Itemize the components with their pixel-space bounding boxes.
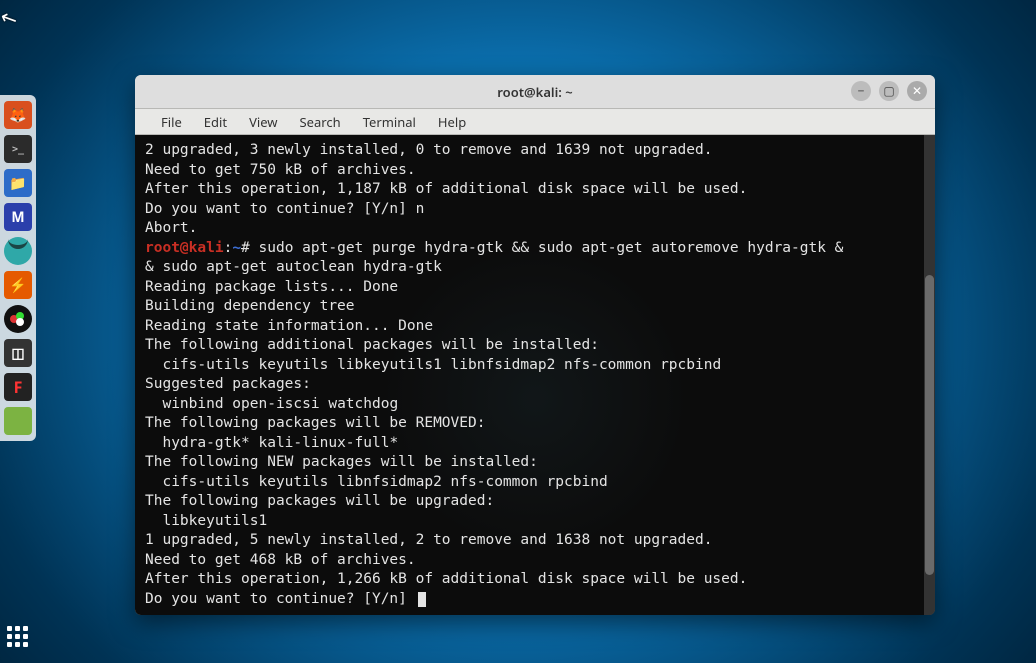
armitage-icon[interactable] bbox=[4, 237, 32, 265]
term-line: 2 upgraded, 3 newly installed, 0 to remo… bbox=[145, 142, 712, 158]
cursor-arrow: ↖ bbox=[0, 2, 22, 34]
prompt-user: root@kali bbox=[145, 240, 224, 256]
term-line: winbind open-iscsi watchdog bbox=[145, 396, 398, 412]
scroll-thumb[interactable] bbox=[925, 275, 934, 575]
term-line: Need to get 750 kB of archives. bbox=[145, 162, 416, 178]
titlebar[interactable]: root@kali: ~ − ▢ ✕ bbox=[135, 75, 935, 109]
term-line: cifs-utils keyutils libkeyutils1 libnfsi… bbox=[145, 357, 721, 373]
menu-terminal[interactable]: Terminal bbox=[353, 111, 426, 133]
maximize-button[interactable]: ▢ bbox=[879, 81, 899, 101]
term-line: The following packages will be upgraded: bbox=[145, 493, 494, 509]
term-line: Suggested packages: bbox=[145, 376, 311, 392]
terminal-body: 2 upgraded, 3 newly installed, 0 to remo… bbox=[135, 135, 935, 615]
term-line: cifs-utils keyutils libnfsidmap2 nfs-com… bbox=[145, 474, 608, 490]
window-controls: − ▢ ✕ bbox=[851, 81, 927, 101]
menu-edit[interactable]: Edit bbox=[194, 111, 237, 133]
files-icon[interactable]: 📁 bbox=[4, 169, 32, 197]
term-line: After this operation, 1,266 kB of additi… bbox=[145, 571, 747, 587]
term-line: The following NEW packages will be insta… bbox=[145, 454, 538, 470]
close-button[interactable]: ✕ bbox=[907, 81, 927, 101]
dock: 🦊 >_ 📁 M ⚡ ◫ F bbox=[0, 95, 36, 441]
fscript-icon[interactable]: F bbox=[4, 373, 32, 401]
term-line: Do you want to continue? [Y/n] n bbox=[145, 201, 424, 217]
term-line: Reading package lists... Done bbox=[145, 279, 398, 295]
term-line: The following additional packages will b… bbox=[145, 337, 599, 353]
menu-search[interactable]: Search bbox=[290, 111, 351, 133]
menu-view[interactable]: View bbox=[239, 111, 287, 133]
notes-icon[interactable] bbox=[4, 407, 32, 435]
minimize-button[interactable]: − bbox=[851, 81, 871, 101]
cursor-icon bbox=[418, 592, 426, 607]
term-cmd: sudo apt-get purge hydra-gtk && sudo apt… bbox=[259, 240, 844, 256]
menu-file[interactable]: File bbox=[151, 111, 192, 133]
term-line: Reading state information... Done bbox=[145, 318, 433, 334]
metasploit-icon[interactable]: M bbox=[4, 203, 32, 231]
zap-icon[interactable]: ⚡ bbox=[4, 271, 32, 299]
term-line: The following packages will be REMOVED: bbox=[145, 415, 485, 431]
term-line: 1 upgraded, 5 newly installed, 2 to remo… bbox=[145, 532, 712, 548]
prompt-hash: # bbox=[241, 240, 258, 256]
term-line: libkeyutils1 bbox=[145, 513, 267, 529]
terminal-output[interactable]: 2 upgraded, 3 newly installed, 0 to remo… bbox=[135, 135, 935, 615]
term-line: hydra-gtk* kali-linux-full* bbox=[145, 435, 398, 451]
term-line: Need to get 468 kB of archives. bbox=[145, 552, 416, 568]
terminal-window: root@kali: ~ − ▢ ✕ File Edit View Search… bbox=[135, 75, 935, 615]
menu-help[interactable]: Help bbox=[428, 111, 476, 133]
term-line: Building dependency tree bbox=[145, 298, 355, 314]
term-line: Abort. bbox=[145, 220, 197, 236]
menubar: File Edit View Search Terminal Help bbox=[135, 109, 935, 135]
obs-icon[interactable] bbox=[4, 305, 32, 333]
show-apps-icon[interactable] bbox=[7, 626, 28, 647]
term-line: Do you want to continue? [Y/n] bbox=[145, 591, 416, 607]
scrollbar[interactable] bbox=[924, 135, 935, 615]
window-title: root@kali: ~ bbox=[497, 83, 572, 101]
prompt-path: ~ bbox=[232, 240, 241, 256]
term-line: After this operation, 1,187 kB of additi… bbox=[145, 181, 747, 197]
term-cmd: & sudo apt-get autoclean hydra-gtk bbox=[145, 259, 442, 275]
pattern-icon[interactable]: ◫ bbox=[4, 339, 32, 367]
terminal-icon[interactable]: >_ bbox=[4, 135, 32, 163]
prompt-sep: : bbox=[224, 240, 233, 256]
firefox-icon[interactable]: 🦊 bbox=[4, 101, 32, 129]
